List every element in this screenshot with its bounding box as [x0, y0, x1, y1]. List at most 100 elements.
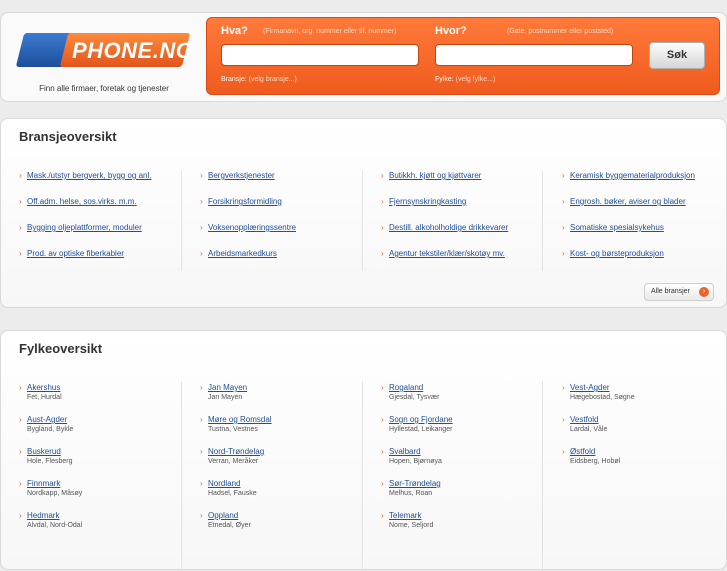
branch-item[interactable]: › Arbeidsmarkedkurs — [200, 249, 277, 258]
where-label: Hvor? — [435, 25, 467, 37]
county-item[interactable]: › Aust-Agder Bygland, Bykle — [19, 415, 73, 433]
branch-item[interactable]: › Mask./utstyr bergverk, bygg og anl. — [19, 171, 152, 180]
branch-link[interactable]: Arbeidsmarkedkurs — [208, 249, 277, 258]
column-divider — [542, 171, 543, 271]
branch-link[interactable]: Bygging oljeplattformer, moduler — [27, 223, 142, 232]
branch-link[interactable]: Destill. alkoholholdige drikkevarer — [389, 223, 508, 232]
branch-item[interactable]: › Fjernsynskringkasting — [381, 197, 466, 206]
county-link[interactable]: Buskerud — [27, 447, 61, 456]
branch-link[interactable]: Voksenopplæringssentre — [208, 223, 296, 232]
branch-link[interactable]: Keramisk byggematerialproduksjon — [570, 171, 695, 180]
bullet-icon: › — [562, 415, 565, 424]
county-link[interactable]: Vest-Agder — [570, 383, 610, 392]
county-item[interactable]: › Buskerud Hole, Flesberg — [19, 447, 73, 465]
county-link[interactable]: Sør-Trøndelag — [389, 479, 441, 488]
what-input[interactable] — [221, 44, 419, 66]
branch-item[interactable]: › Kost- og børsteproduksjon — [562, 249, 664, 258]
county-link[interactable]: Finnmark — [27, 479, 60, 488]
county-link[interactable]: Oppland — [208, 511, 238, 520]
bullet-icon: › — [200, 223, 203, 232]
county-item[interactable]: › Østfold Eidsberg, Hobøl — [562, 447, 620, 465]
county-item[interactable]: › Jan Mayen Jan Mayen — [200, 383, 247, 401]
branch-item[interactable]: › Off.adm. helse, sos.virks. m.m. — [19, 197, 137, 206]
branch-item[interactable]: › Forsikringsformidling — [200, 197, 282, 206]
search-box: Hva? (Firmanavn, org. nummer eller tlf. … — [206, 17, 720, 95]
county-link[interactable]: Nord-Trøndelag — [208, 447, 264, 456]
county-item[interactable]: › Nord-Trøndelag Verran, Meråker — [200, 447, 264, 465]
county-link[interactable]: Møre og Romsdal — [208, 415, 272, 424]
all-branches-button[interactable]: Alle bransjer › — [644, 283, 714, 301]
branch-link[interactable]: Agentur tekstiler/klær/skotøy mv. — [389, 249, 505, 258]
branch-link[interactable]: Off.adm. helse, sos.virks. m.m. — [27, 197, 137, 206]
county-panel: Fylkeoversikt › Akershus Fet, Hurdal › Aust-… — [0, 330, 727, 571]
what-label: Hva? — [221, 25, 248, 37]
county-link[interactable]: Østfold — [570, 447, 595, 456]
county-link[interactable]: Vestfold — [570, 415, 598, 424]
branch-link[interactable]: Somatiske spesialsykehus — [570, 223, 664, 232]
county-link[interactable]: Akershus — [27, 383, 60, 392]
where-input[interactable] — [435, 44, 633, 66]
branch-panel: Bransjeoversikt › Mask./utstyr bergverk, … — [0, 118, 727, 308]
county-towns: Eidsberg, Hobøl — [570, 458, 621, 465]
phone-no-logo[interactable]: PHONE.NO — [15, 33, 193, 79]
county-item[interactable]: › Møre og Romsdal Tustna, Vestnes — [200, 415, 272, 433]
bullet-icon: › — [562, 249, 565, 258]
branch-link[interactable]: Butikkh. kjøtt og kjøttvarer — [389, 171, 481, 180]
county-item[interactable]: › Akershus Fet, Hurdal — [19, 383, 62, 401]
bullet-icon: › — [19, 249, 22, 258]
county-link[interactable]: Svalbard — [389, 447, 421, 456]
search-button[interactable]: Søk — [649, 42, 705, 69]
county-link[interactable]: Sogn og Fjordane — [389, 415, 453, 424]
county-section-title: Fylkeoversikt — [19, 341, 103, 356]
county-towns: Hyllestad, Leikanger — [389, 426, 453, 433]
branch-item[interactable]: › Somatiske spesialsykehus — [562, 223, 664, 232]
branch-link[interactable]: Kost- og børsteproduksjon — [570, 249, 664, 258]
county-link[interactable]: Telemark — [389, 511, 421, 520]
all-branches-label: Alle bransjer — [651, 288, 690, 295]
bullet-icon: › — [381, 171, 384, 180]
branch-item[interactable]: › Prod. av optiske fiberkabler — [19, 249, 124, 258]
branch-link[interactable]: Prod. av optiske fiberkabler — [27, 249, 124, 258]
branch-link[interactable]: Engrosh. bøker, aviser og blader — [570, 197, 686, 206]
county-item[interactable]: › Sør-Trøndelag Melhus, Roan — [381, 479, 441, 497]
branch-link[interactable]: Mask./utstyr bergverk, bygg og anl. — [27, 171, 152, 180]
branch-item[interactable]: › Bergverkstjenester — [200, 171, 275, 180]
county-item[interactable]: › Hedmark Alvdal, Nord-Odal — [19, 511, 82, 529]
county-link[interactable]: Nordland — [208, 479, 240, 488]
branch-link[interactable]: Fjernsynskringkasting — [389, 197, 466, 206]
branch-link[interactable]: Bergverkstjenester — [208, 171, 275, 180]
branch-item[interactable]: › Voksenopplæringssentre — [200, 223, 296, 232]
county-towns: Nome, Seljord — [389, 522, 434, 529]
branch-item[interactable]: › Butikkh. kjøtt og kjøttvarer — [381, 171, 481, 180]
county-towns: Bygland, Bykle — [27, 426, 74, 433]
branch-section-title: Bransjeoversikt — [19, 129, 117, 144]
county-item[interactable]: › Oppland Etnedal, Øyer — [200, 511, 251, 529]
branch-item[interactable]: › Engrosh. bøker, aviser og blader — [562, 197, 686, 206]
county-link[interactable]: Aust-Agder — [27, 415, 67, 424]
bullet-icon: › — [381, 223, 384, 232]
county-item[interactable]: › Svalbard Hopen, Bjørnøya — [381, 447, 442, 465]
county-item[interactable]: › Rogaland Gjesdal, Tysvær — [381, 383, 439, 401]
column-divider — [362, 171, 363, 271]
branch-selector[interactable]: Bransje: (velg bransje...) — [221, 76, 297, 83]
bullet-icon: › — [19, 415, 22, 424]
branch-item[interactable]: › Keramisk byggematerialproduksjon — [562, 171, 695, 180]
county-item[interactable]: › Vest-Agder Hægebostad, Søgne — [562, 383, 635, 401]
county-link[interactable]: Hedmark — [27, 511, 59, 520]
branch-link[interactable]: Forsikringsformidling — [208, 197, 282, 206]
county-link[interactable]: Jan Mayen — [208, 383, 247, 392]
county-towns: Melhus, Roan — [389, 490, 433, 497]
county-item[interactable]: › Vestfold Lardal, Våle — [562, 415, 607, 433]
county-item[interactable]: › Sogn og Fjordane Hyllestad, Leikanger — [381, 415, 453, 433]
branch-item[interactable]: › Destill. alkoholholdige drikkevarer — [381, 223, 508, 232]
county-item[interactable]: › Nordland Hadsel, Fauske — [200, 479, 257, 497]
county-item[interactable]: › Finnmark Nordkapp, Måsøy — [19, 479, 82, 497]
branch-item[interactable]: › Bygging oljeplattformer, moduler — [19, 223, 142, 232]
bullet-icon: › — [19, 223, 22, 232]
county-towns: Alvdal, Nord-Odal — [27, 522, 83, 529]
county-item[interactable]: › Telemark Nome, Seljord — [381, 511, 433, 529]
bullet-icon: › — [19, 479, 22, 488]
county-selector[interactable]: Fylke: (velg fylke...) — [435, 76, 495, 83]
branch-item[interactable]: › Agentur tekstiler/klær/skotøy mv. — [381, 249, 505, 258]
county-link[interactable]: Rogaland — [389, 383, 423, 392]
